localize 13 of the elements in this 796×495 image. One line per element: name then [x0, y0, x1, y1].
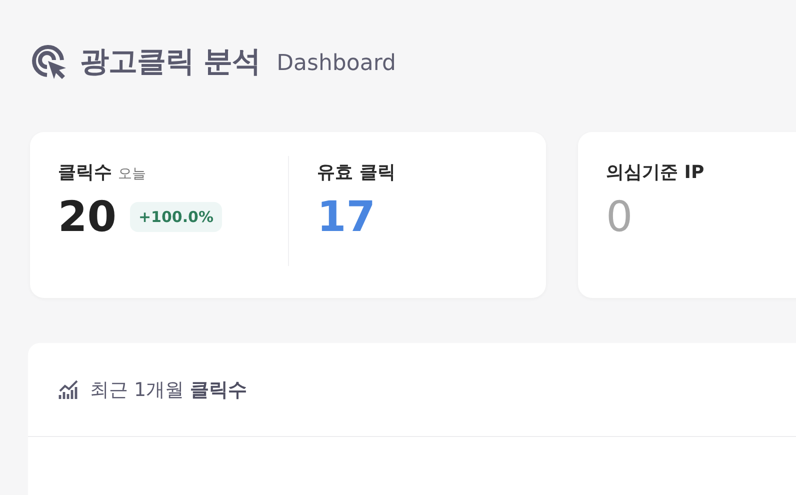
page-title: 광고클릭 분석: [80, 43, 261, 80]
stat-value: 0: [606, 192, 633, 241]
stat-value: 17: [317, 192, 376, 241]
click-cursor-icon: [30, 43, 68, 81]
page-subtitle: Dashboard: [276, 51, 396, 76]
stat-sublabel: 오늘: [118, 165, 146, 183]
stat-label: 의심기준 IP: [606, 161, 704, 184]
stat-label: 유효 클릭: [317, 161, 396, 184]
stat-label: 클릭수: [58, 161, 112, 184]
stat-value: 20: [58, 192, 116, 241]
chart-panel-title: 최근 1개월 클릭수: [90, 378, 248, 402]
bar-chart-icon: [58, 378, 80, 400]
change-badge: +100.0%: [130, 202, 222, 232]
